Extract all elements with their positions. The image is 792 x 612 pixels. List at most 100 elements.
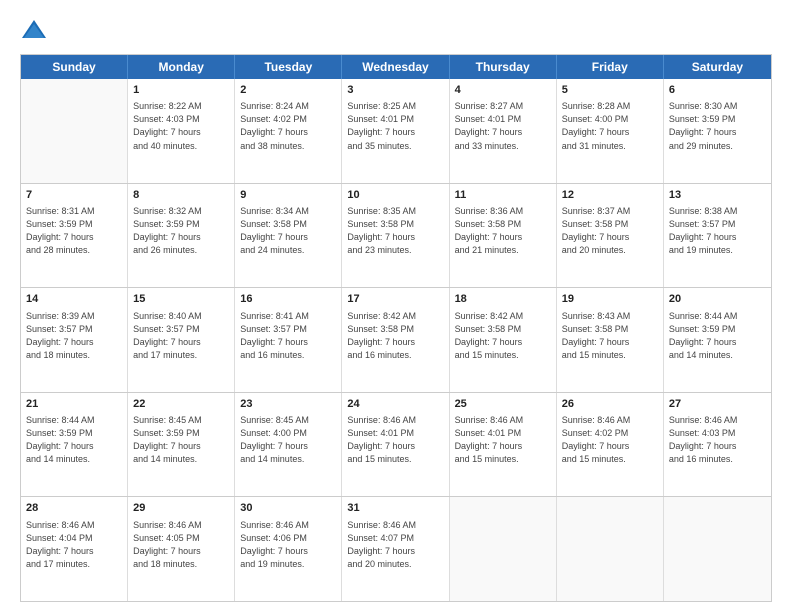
- day-number: 6: [669, 83, 766, 98]
- day-number: 23: [240, 397, 336, 412]
- cell-info: Sunrise: 8:46 AMSunset: 4:01 PMDaylight:…: [455, 414, 551, 466]
- cell-info: Sunrise: 8:32 AMSunset: 3:59 PMDaylight:…: [133, 205, 229, 257]
- cell-info: Sunrise: 8:40 AMSunset: 3:57 PMDaylight:…: [133, 310, 229, 362]
- day-number: 14: [26, 292, 122, 307]
- cell-info: Sunrise: 8:27 AMSunset: 4:01 PMDaylight:…: [455, 100, 551, 152]
- calendar-cell: [664, 497, 771, 601]
- page: SundayMondayTuesdayWednesdayThursdayFrid…: [0, 0, 792, 612]
- calendar-cell: 5 Sunrise: 8:28 AMSunset: 4:00 PMDaylight…: [557, 79, 664, 183]
- cell-info: Sunrise: 8:34 AMSunset: 3:58 PMDaylight:…: [240, 205, 336, 257]
- day-number: 7: [26, 188, 122, 203]
- day-number: 19: [562, 292, 658, 307]
- calendar-cell: 14Sunrise: 8:39 AMSunset: 3:57 PMDayligh…: [21, 288, 128, 392]
- header-day-wednesday: Wednesday: [342, 55, 449, 79]
- cell-info: Sunrise: 8:46 AMSunset: 4:07 PMDaylight:…: [347, 519, 443, 571]
- day-number: 27: [669, 397, 766, 412]
- cell-info: Sunrise: 8:46 AMSunset: 4:03 PMDaylight:…: [669, 414, 766, 466]
- cell-info: Sunrise: 8:24 AMSunset: 4:02 PMDaylight:…: [240, 100, 336, 152]
- cell-info: Sunrise: 8:36 AMSunset: 3:58 PMDaylight:…: [455, 205, 551, 257]
- calendar-cell: 16Sunrise: 8:41 AMSunset: 3:57 PMDayligh…: [235, 288, 342, 392]
- day-number: 22: [133, 397, 229, 412]
- calendar-cell: 30 Sunrise: 8:46 AMSunset: 4:06 PMDayligh…: [235, 497, 342, 601]
- calendar-row-1: 7 Sunrise: 8:31 AMSunset: 3:59 PMDaylight…: [21, 183, 771, 288]
- day-number: 12: [562, 188, 658, 203]
- header-day-friday: Friday: [557, 55, 664, 79]
- day-number: 30: [240, 501, 336, 516]
- calendar-cell: 25 Sunrise: 8:46 AMSunset: 4:01 PMDayligh…: [450, 393, 557, 497]
- cell-info: Sunrise: 8:22 AMSunset: 4:03 PMDaylight:…: [133, 100, 229, 152]
- cell-info: Sunrise: 8:25 AMSunset: 4:01 PMDaylight:…: [347, 100, 443, 152]
- calendar-cell: 22 Sunrise: 8:45 AMSunset: 3:59 PMDayligh…: [128, 393, 235, 497]
- calendar-header: SundayMondayTuesdayWednesdayThursdayFrid…: [21, 55, 771, 79]
- calendar-cell: 17 Sunrise: 8:42 AMSunset: 3:58 PMDayligh…: [342, 288, 449, 392]
- cell-info: Sunrise: 8:42 AMSunset: 3:58 PMDaylight:…: [455, 310, 551, 362]
- calendar-cell: 9 Sunrise: 8:34 AMSunset: 3:58 PMDaylight…: [235, 184, 342, 288]
- calendar-cell: [557, 497, 664, 601]
- header-day-sunday: Sunday: [21, 55, 128, 79]
- calendar-cell: 10Sunrise: 8:35 AMSunset: 3:58 PMDayligh…: [342, 184, 449, 288]
- calendar-row-3: 21 Sunrise: 8:44 AMSunset: 3:59 PMDayligh…: [21, 392, 771, 497]
- cell-info: Sunrise: 8:46 AMSunset: 4:04 PMDaylight:…: [26, 519, 122, 571]
- calendar-cell: 18 Sunrise: 8:42 AMSunset: 3:58 PMDayligh…: [450, 288, 557, 392]
- calendar-cell: 23 Sunrise: 8:45 AMSunset: 4:00 PMDayligh…: [235, 393, 342, 497]
- day-number: 21: [26, 397, 122, 412]
- calendar-cell: [21, 79, 128, 183]
- day-number: 15: [133, 292, 229, 307]
- cell-info: Sunrise: 8:46 AMSunset: 4:06 PMDaylight:…: [240, 519, 336, 571]
- calendar-cell: 8 Sunrise: 8:32 AMSunset: 3:59 PMDaylight…: [128, 184, 235, 288]
- day-number: 5: [562, 83, 658, 98]
- calendar-cell: 6Sunrise: 8:30 AMSunset: 3:59 PMDaylight…: [664, 79, 771, 183]
- cell-info: Sunrise: 8:31 AMSunset: 3:59 PMDaylight:…: [26, 205, 122, 257]
- cell-info: Sunrise: 8:43 AMSunset: 3:58 PMDaylight:…: [562, 310, 658, 362]
- calendar-cell: 26 Sunrise: 8:46 AMSunset: 4:02 PMDayligh…: [557, 393, 664, 497]
- calendar-cell: 20Sunrise: 8:44 AMSunset: 3:59 PMDayligh…: [664, 288, 771, 392]
- cell-info: Sunrise: 8:41 AMSunset: 3:57 PMDaylight:…: [240, 310, 336, 362]
- day-number: 18: [455, 292, 551, 307]
- cell-info: Sunrise: 8:38 AMSunset: 3:57 PMDaylight:…: [669, 205, 766, 257]
- cell-info: Sunrise: 8:45 AMSunset: 3:59 PMDaylight:…: [133, 414, 229, 466]
- header: [20, 16, 772, 44]
- day-number: 11: [455, 188, 551, 203]
- calendar-cell: 29 Sunrise: 8:46 AMSunset: 4:05 PMDayligh…: [128, 497, 235, 601]
- calendar-cell: [450, 497, 557, 601]
- calendar-row-0: 1 Sunrise: 8:22 AMSunset: 4:03 PMDaylight…: [21, 79, 771, 183]
- calendar-cell: 11 Sunrise: 8:36 AMSunset: 3:58 PMDayligh…: [450, 184, 557, 288]
- header-day-saturday: Saturday: [664, 55, 771, 79]
- day-number: 3: [347, 83, 443, 98]
- calendar-cell: 2 Sunrise: 8:24 AMSunset: 4:02 PMDaylight…: [235, 79, 342, 183]
- day-number: 20: [669, 292, 766, 307]
- calendar-cell: 19 Sunrise: 8:43 AMSunset: 3:58 PMDayligh…: [557, 288, 664, 392]
- day-number: 17: [347, 292, 443, 307]
- cell-info: Sunrise: 8:45 AMSunset: 4:00 PMDaylight:…: [240, 414, 336, 466]
- cell-info: Sunrise: 8:46 AMSunset: 4:05 PMDaylight:…: [133, 519, 229, 571]
- cell-info: Sunrise: 8:46 AMSunset: 4:02 PMDaylight:…: [562, 414, 658, 466]
- day-number: 26: [562, 397, 658, 412]
- calendar-cell: 3 Sunrise: 8:25 AMSunset: 4:01 PMDaylight…: [342, 79, 449, 183]
- calendar-cell: 15 Sunrise: 8:40 AMSunset: 3:57 PMDayligh…: [128, 288, 235, 392]
- day-number: 28: [26, 501, 122, 516]
- calendar-row-2: 14Sunrise: 8:39 AMSunset: 3:57 PMDayligh…: [21, 287, 771, 392]
- calendar-cell: 21 Sunrise: 8:44 AMSunset: 3:59 PMDayligh…: [21, 393, 128, 497]
- calendar-cell: 7 Sunrise: 8:31 AMSunset: 3:59 PMDaylight…: [21, 184, 128, 288]
- day-number: 25: [455, 397, 551, 412]
- day-number: 2: [240, 83, 336, 98]
- calendar-cell: 27 Sunrise: 8:46 AMSunset: 4:03 PMDayligh…: [664, 393, 771, 497]
- cell-info: Sunrise: 8:42 AMSunset: 3:58 PMDaylight:…: [347, 310, 443, 362]
- day-number: 13: [669, 188, 766, 203]
- calendar: SundayMondayTuesdayWednesdayThursdayFrid…: [20, 54, 772, 602]
- cell-info: Sunrise: 8:28 AMSunset: 4:00 PMDaylight:…: [562, 100, 658, 152]
- day-number: 8: [133, 188, 229, 203]
- day-number: 4: [455, 83, 551, 98]
- day-number: 9: [240, 188, 336, 203]
- cell-info: Sunrise: 8:37 AMSunset: 3:58 PMDaylight:…: [562, 205, 658, 257]
- cell-info: Sunrise: 8:44 AMSunset: 3:59 PMDaylight:…: [26, 414, 122, 466]
- calendar-cell: 12 Sunrise: 8:37 AMSunset: 3:58 PMDayligh…: [557, 184, 664, 288]
- day-number: 29: [133, 501, 229, 516]
- logo: [20, 16, 52, 44]
- calendar-cell: 24Sunrise: 8:46 AMSunset: 4:01 PMDayligh…: [342, 393, 449, 497]
- calendar-cell: 4 Sunrise: 8:27 AMSunset: 4:01 PMDaylight…: [450, 79, 557, 183]
- header-day-monday: Monday: [128, 55, 235, 79]
- logo-icon: [20, 16, 48, 44]
- day-number: 31: [347, 501, 443, 516]
- day-number: 1: [133, 83, 229, 98]
